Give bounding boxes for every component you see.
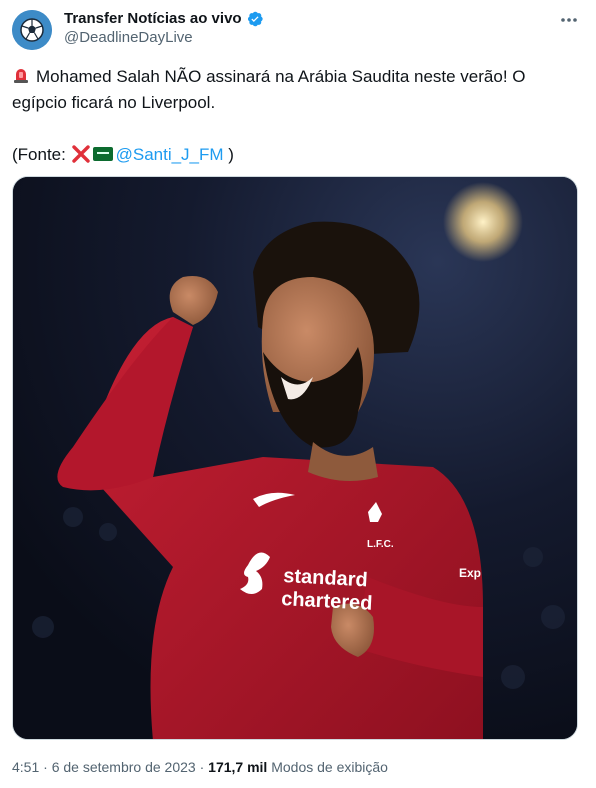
tweet-photo[interactable]: L.F.C. standard chartered Exp (12, 176, 578, 740)
views-count: 171,7 mil (208, 759, 268, 775)
tweet-main-text: Mohamed Salah NÃO assinará na Arábia Sau… (12, 67, 526, 112)
tweet-time[interactable]: 4:51 (12, 759, 39, 775)
meta-separator: · (199, 759, 205, 775)
crest-text: L.F.C. (367, 539, 394, 550)
tweet-header: Transfer Notícias ao vivo @DeadlineDayLi… (12, 8, 584, 52)
cross-mark-icon (71, 145, 90, 163)
saudi-flag-icon (92, 147, 113, 161)
verified-badge-icon (247, 11, 263, 26)
more-options-icon[interactable] (558, 10, 580, 30)
siren-icon (14, 69, 28, 83)
soccer-ball-icon (12, 10, 52, 50)
account-handle[interactable]: @DeadlineDayLive (64, 28, 264, 48)
tweet-meta: 4:51 · 6 de setembro de 2023 · 171,7 mil… (12, 757, 388, 777)
source-prefix: (Fonte: (12, 145, 71, 164)
avatar[interactable] (12, 10, 52, 50)
source-suffix: ) (223, 145, 234, 164)
tweet-date[interactable]: 6 de setembro de 2023 (52, 759, 196, 775)
views-label: Modos de exibição (271, 759, 388, 775)
meta-separator: · (43, 759, 48, 775)
sleeve-text: Exp (459, 566, 481, 580)
tweet: Transfer Notícias ao vivo @DeadlineDayLi… (0, 0, 596, 788)
display-name[interactable]: Transfer Notícias ao vivo (64, 9, 242, 28)
sponsor-line-1: standard (283, 565, 369, 591)
source-mention-link[interactable]: @Santi_J_FM (116, 145, 224, 164)
tweet-text: Mohamed Salah NÃO assinará na Arábia Sau… (12, 64, 572, 168)
salah-celebration-image: L.F.C. standard chartered Exp (13, 177, 577, 739)
